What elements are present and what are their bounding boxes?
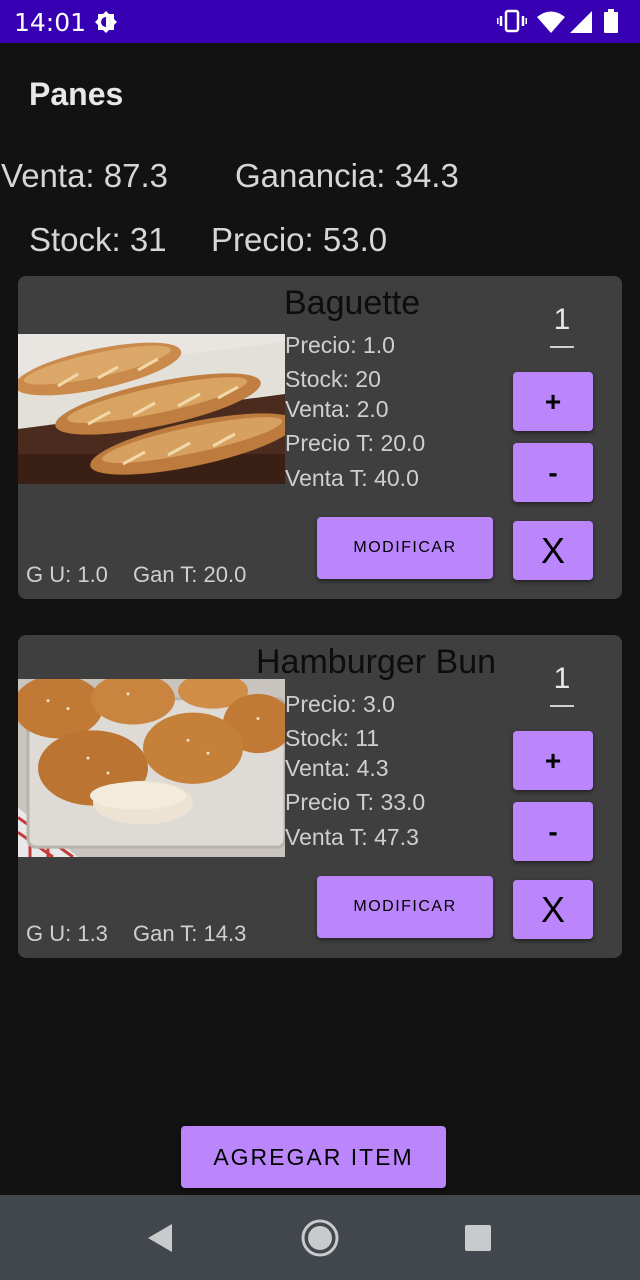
- modify-button[interactable]: MODIFICAR: [317, 876, 493, 938]
- wifi-icon: [537, 11, 565, 33]
- total-profit: Gan T: 20.0: [133, 562, 247, 587]
- dnd-icon: [95, 11, 117, 33]
- add-item-button[interactable]: AGREGAR ITEM: [181, 1126, 446, 1188]
- page-title: Panes: [29, 76, 124, 112]
- navigation-bar: [0, 1195, 640, 1280]
- detail-venta-total: Venta T: 40.0: [285, 465, 419, 491]
- detail-stock: Stock: 11: [285, 725, 380, 751]
- summary-ganancia: Ganancia: 34.3: [235, 157, 459, 194]
- quantity-input[interactable]: 1: [550, 303, 574, 337]
- detail-venta: Venta: 4.3: [285, 755, 389, 781]
- recents-icon[interactable]: [465, 1225, 491, 1251]
- hamburger-bun-photo: [18, 679, 285, 857]
- increment-button[interactable]: +: [513, 372, 593, 431]
- quantity-underline: [550, 346, 574, 348]
- delete-button[interactable]: X: [513, 880, 593, 939]
- baguette-photo: [18, 334, 285, 484]
- decrement-button[interactable]: -: [513, 802, 593, 861]
- vibrate-icon: [497, 9, 527, 33]
- detail-stock: Stock: 20: [285, 366, 381, 392]
- status-bar: 14:01: [0, 0, 640, 43]
- unit-profit: G U: 1.0: [26, 562, 108, 587]
- decrement-button[interactable]: -: [513, 443, 593, 502]
- product-name: Hamburger Bun: [256, 643, 497, 681]
- increment-button[interactable]: +: [513, 731, 593, 790]
- detail-precio: Precio: 1.0: [285, 332, 395, 358]
- summary-venta: Venta: 87.3: [1, 157, 168, 194]
- product-card: Baguette Precio: 1.0 Stock: 20 Venta: 2.…: [18, 276, 622, 599]
- quantity-input[interactable]: 1: [550, 662, 574, 696]
- summary-precio: Precio: 53.0: [211, 221, 388, 258]
- total-profit: Gan T: 14.3: [133, 921, 247, 946]
- battery-icon: [604, 9, 618, 33]
- detail-precio: Precio: 3.0: [285, 691, 395, 717]
- signal-icon: [570, 11, 592, 33]
- product-name: Baguette: [284, 284, 421, 322]
- product-card: Hamburger Bun Precio: 3.0 Stock: 11 Vent…: [18, 635, 622, 958]
- summary-stock: Stock: 31: [29, 221, 167, 258]
- delete-button[interactable]: X: [513, 521, 593, 580]
- detail-precio-total: Precio T: 20.0: [285, 430, 426, 456]
- home-icon[interactable]: [300, 1218, 340, 1258]
- detail-precio-total: Precio T: 33.0: [285, 789, 426, 815]
- status-time: 14:01: [14, 8, 87, 37]
- detail-venta: Venta: 2.0: [285, 396, 389, 422]
- detail-venta-total: Venta T: 47.3: [285, 824, 419, 850]
- modify-button[interactable]: MODIFICAR: [317, 517, 493, 579]
- unit-profit: G U: 1.3: [26, 921, 108, 946]
- quantity-underline: [550, 705, 574, 707]
- back-icon[interactable]: [146, 1223, 174, 1253]
